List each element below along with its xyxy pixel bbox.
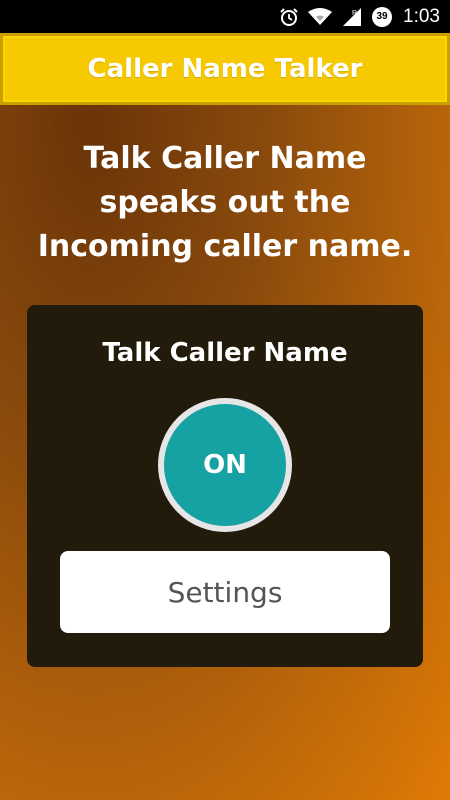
signal-icon: R (341, 7, 363, 27)
settings-label: Settings (167, 575, 283, 609)
description-line-1: Talk Caller Name (83, 141, 367, 176)
description-line-3: Incoming caller name. (37, 229, 413, 264)
description-text: Talk Caller Name speaks out the Incoming… (10, 137, 440, 269)
status-time: 1:03 (403, 5, 440, 27)
battery-level: 39 (376, 11, 388, 22)
app-title: Caller Name Talker (87, 54, 363, 84)
panel-title: Talk Caller Name (102, 338, 348, 368)
description-line-2: speaks out the (99, 185, 351, 220)
settings-button[interactable]: Settings (60, 551, 390, 633)
toggle-label: ON (203, 450, 247, 480)
battery-icon: 39 (372, 6, 393, 27)
svg-text:R: R (352, 10, 357, 17)
control-panel: Talk Caller Name ON Settings (27, 305, 423, 667)
wifi-icon (308, 7, 333, 26)
status-bar: R 39 1:03 (0, 0, 450, 33)
alarm-icon (279, 7, 299, 27)
app-header: Caller Name Talker (0, 33, 450, 105)
on-toggle-button[interactable]: ON (158, 398, 292, 532)
